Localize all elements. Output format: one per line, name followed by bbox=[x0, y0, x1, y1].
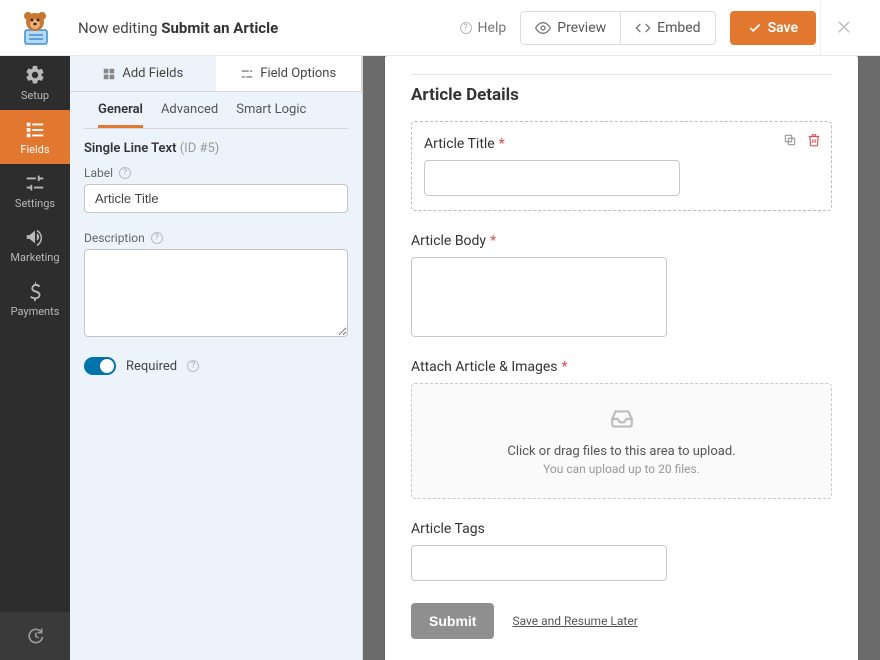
field-label: Article Body * bbox=[411, 233, 832, 249]
field-attach[interactable]: Attach Article & Images * Click or drag … bbox=[411, 359, 832, 499]
label-heading: Label ? bbox=[84, 166, 348, 180]
eye-icon bbox=[535, 20, 551, 36]
nav-history[interactable] bbox=[0, 612, 70, 660]
sliders-icon bbox=[24, 172, 46, 194]
help-icon[interactable]: ? bbox=[119, 167, 131, 179]
help-button[interactable]: ? Help bbox=[460, 20, 507, 36]
required-toggle[interactable] bbox=[84, 357, 116, 375]
grid-icon bbox=[102, 67, 116, 81]
upload-dropzone[interactable]: Click or drag files to this area to uplo… bbox=[411, 383, 832, 499]
close-button[interactable] bbox=[836, 14, 854, 42]
left-nav: Setup Fields Settings Marketing Payments bbox=[0, 56, 70, 660]
list-icon bbox=[24, 118, 46, 140]
subtab-advanced[interactable]: Advanced bbox=[161, 102, 218, 128]
form-canvas: Article Details Article Title * Article … bbox=[363, 56, 880, 660]
code-icon bbox=[635, 20, 651, 36]
history-icon bbox=[25, 626, 45, 646]
copy-icon bbox=[783, 133, 797, 147]
submit-row: Submit Save and Resume Later bbox=[411, 603, 832, 639]
trash-icon bbox=[807, 133, 821, 147]
preview-textarea[interactable] bbox=[411, 257, 667, 337]
nav-settings[interactable]: Settings bbox=[0, 164, 70, 218]
preview-input[interactable] bbox=[424, 160, 680, 196]
dropzone-line2: You can upload up to 20 files. bbox=[422, 462, 821, 476]
sliders-small-icon bbox=[240, 67, 254, 81]
label-input[interactable] bbox=[84, 184, 348, 213]
help-icon[interactable]: ? bbox=[151, 232, 163, 244]
required-row: Required ? bbox=[70, 345, 362, 387]
preview-embed-group: Preview Embed bbox=[520, 11, 715, 45]
nav-setup[interactable]: Setup bbox=[0, 56, 70, 110]
inbox-icon bbox=[609, 406, 635, 432]
description-input[interactable] bbox=[84, 249, 348, 337]
topbar: Now editing Submit an Article ? Help Pre… bbox=[0, 0, 880, 56]
app-logo bbox=[0, 0, 70, 56]
subtab-smart-logic[interactable]: Smart Logic bbox=[236, 102, 306, 128]
field-label: Article Tags bbox=[411, 521, 832, 537]
gear-icon bbox=[24, 64, 46, 86]
help-icon[interactable]: ? bbox=[187, 360, 199, 372]
field-article-body[interactable]: Article Body * bbox=[411, 233, 832, 337]
bullhorn-icon bbox=[24, 226, 46, 248]
field-article-tags[interactable]: Article Tags bbox=[411, 521, 832, 581]
save-resume-link[interactable]: Save and Resume Later bbox=[512, 614, 637, 628]
field-actions bbox=[783, 132, 821, 151]
description-heading: Description ? bbox=[84, 231, 348, 245]
form-page: Article Details Article Title * Article … bbox=[385, 56, 858, 660]
field-label: Article Title * bbox=[424, 136, 819, 152]
duplicate-button[interactable] bbox=[783, 132, 797, 151]
field-article-title[interactable]: Article Title * bbox=[411, 121, 832, 211]
field-label: Attach Article & Images * bbox=[411, 359, 832, 375]
subtab-general[interactable]: General bbox=[98, 102, 143, 128]
help-icon: ? bbox=[460, 22, 472, 34]
close-wrap bbox=[820, 0, 868, 56]
section-title: Article Details bbox=[411, 85, 832, 105]
tab-field-options[interactable]: Field Options bbox=[216, 56, 363, 91]
preview-input[interactable] bbox=[411, 545, 667, 581]
dropzone-line1: Click or drag files to this area to uplo… bbox=[422, 444, 821, 459]
field-options-panel: Add Fields Field Options General Advance… bbox=[70, 56, 363, 660]
sub-tabs: General Advanced Smart Logic bbox=[84, 92, 348, 128]
preview-button[interactable]: Preview bbox=[521, 12, 620, 44]
check-icon bbox=[748, 21, 762, 35]
tab-add-fields[interactable]: Add Fields bbox=[70, 56, 216, 91]
nav-fields[interactable]: Fields bbox=[0, 110, 70, 164]
dollar-icon bbox=[24, 280, 46, 302]
submit-button[interactable]: Submit bbox=[411, 603, 494, 639]
delete-button[interactable] bbox=[807, 132, 821, 151]
embed-button[interactable]: Embed bbox=[620, 12, 714, 44]
nav-marketing[interactable]: Marketing bbox=[0, 218, 70, 272]
close-icon bbox=[836, 18, 854, 36]
panel-tabs: Add Fields Field Options bbox=[70, 56, 362, 92]
nav-payments[interactable]: Payments bbox=[0, 272, 70, 326]
field-type-heading: Single Line Text (ID #5) bbox=[70, 129, 362, 162]
save-button[interactable]: Save bbox=[730, 11, 816, 45]
editing-text: Now editing Submit an Article bbox=[78, 19, 278, 37]
